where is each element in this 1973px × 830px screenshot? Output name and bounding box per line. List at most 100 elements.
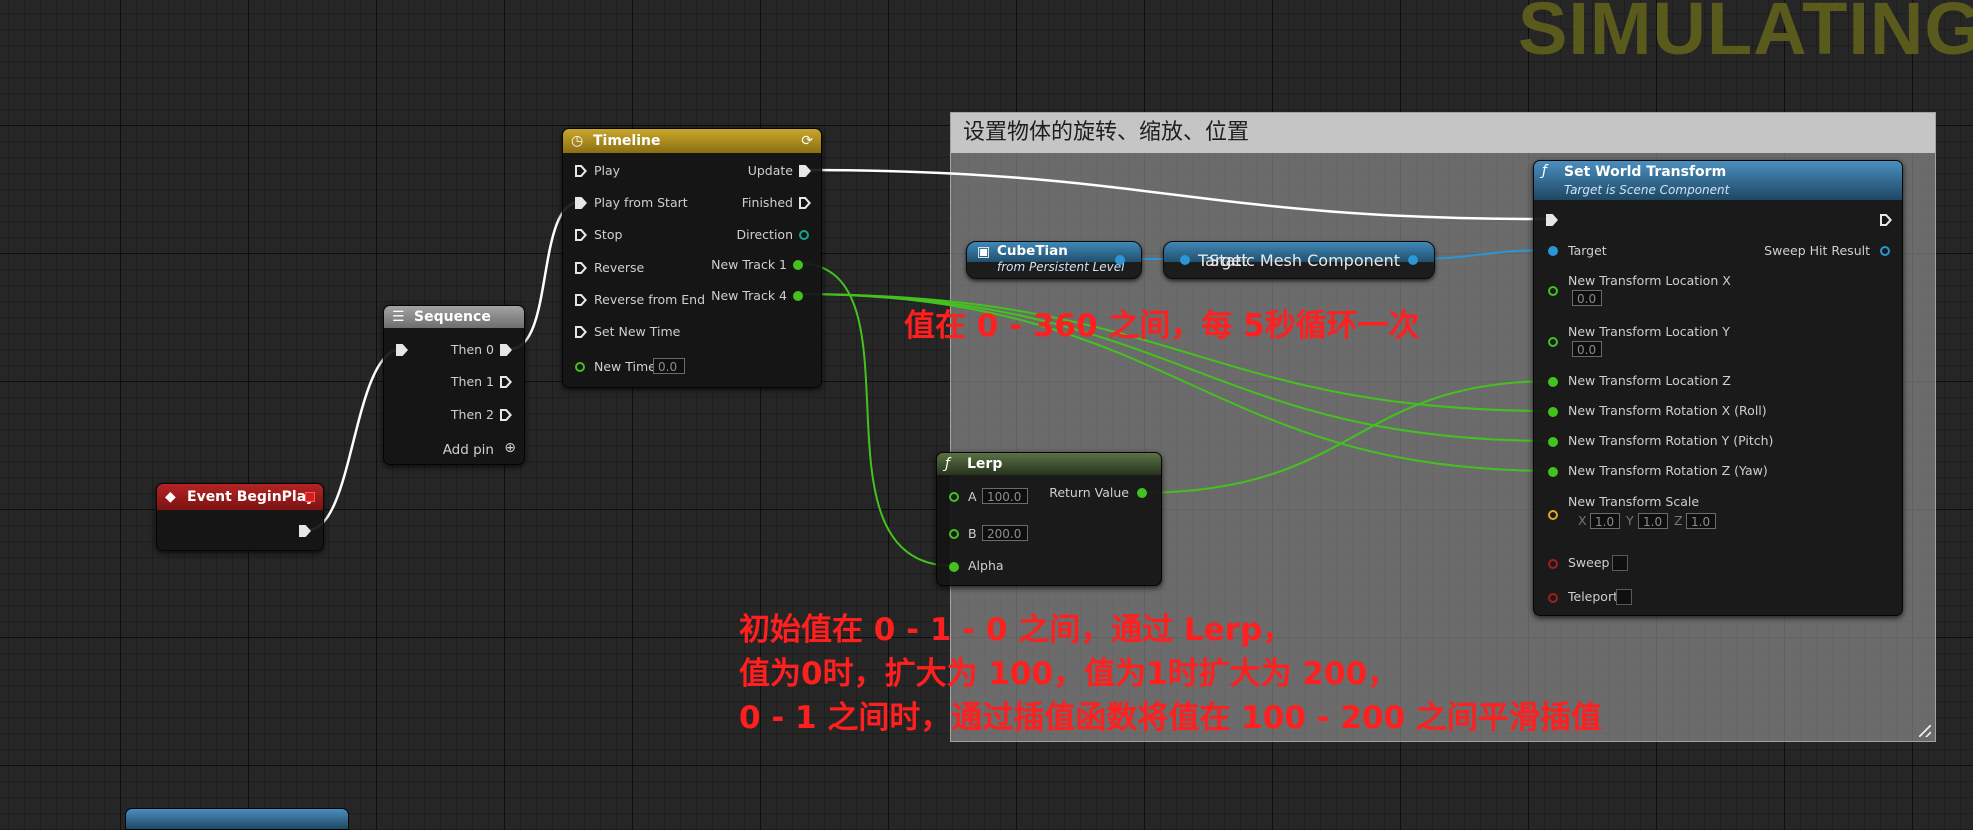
pin-static-mesh-out[interactable] [1408, 255, 1418, 265]
pin-swt-exec-in[interactable] [1546, 214, 1558, 226]
partial-node-bottom[interactable] [125, 808, 349, 830]
pin-play-from-start[interactable] [575, 197, 587, 209]
cubetian-node[interactable]: ▣ CubeTian from Persistent Level [966, 241, 1142, 279]
label-loc-x: New Transform Location X [1568, 273, 1731, 288]
label-new-time: New Time [594, 359, 656, 374]
timeline-node[interactable]: ◷ Timeline ⟳ Play Play from Start Stop R… [562, 128, 822, 388]
loc-y-input[interactable]: 0.0 [1572, 341, 1602, 357]
label-scale: New Transform Scale [1568, 494, 1700, 509]
pin-swt-target[interactable] [1548, 246, 1558, 256]
sequence-header[interactable]: ☰ Sequence [384, 306, 524, 328]
teleport-checkbox[interactable] [1616, 589, 1632, 605]
annotation-line-3: 0 - 1 之间时，通过插值函数将值在 100 - 200 之间平滑插值 [739, 700, 1602, 736]
sequence-title: Sequence [414, 309, 491, 325]
label-then-0: Then 0 [450, 342, 494, 357]
pin-rot-x[interactable] [1548, 407, 1558, 417]
pin-lerp-alpha[interactable] [949, 562, 959, 572]
pin-rot-z[interactable] [1548, 467, 1558, 477]
label-reverse-from-end: Reverse from End [594, 292, 706, 307]
pin-lerp-return[interactable] [1137, 488, 1147, 498]
timeline-title: Timeline [593, 133, 661, 149]
lerp-header[interactable]: ƒ Lerp [937, 453, 1161, 475]
cubetian-name: CubeTian [997, 243, 1068, 259]
event-beginplay-node[interactable]: ◆ Event BeginPlay [156, 483, 324, 551]
pin-loc-x[interactable] [1548, 286, 1558, 296]
label-stop: Stop [594, 227, 623, 242]
swt-title: Set World Transform [1564, 164, 1727, 180]
pin-stop[interactable] [575, 229, 587, 241]
pin-sweep-hit-result[interactable] [1880, 246, 1890, 256]
sequence-node[interactable]: ☰ Sequence Then 0 Then 1 Then 2 Add pin … [383, 305, 525, 465]
static-mesh-getter-node[interactable]: Target Static Mesh Component [1163, 241, 1435, 279]
pin-cubetian-out[interactable] [1115, 255, 1125, 265]
pin-direction[interactable] [799, 230, 809, 240]
function-icon-swt: ƒ [1542, 163, 1547, 179]
pin-event-exec-out[interactable] [299, 525, 311, 537]
cube-actor-icon: ▣ [977, 244, 991, 260]
label-lerp-return: Return Value [1049, 485, 1129, 500]
cubetian-subtitle: from Persistent Level [997, 260, 1125, 274]
delegate-pin-icon[interactable] [305, 492, 315, 502]
pin-new-track-1[interactable] [793, 260, 803, 270]
scale-x-input[interactable]: 1.0 [1590, 513, 1620, 529]
pin-then-2[interactable] [500, 409, 512, 421]
pin-loc-z[interactable] [1548, 377, 1558, 387]
pin-scale[interactable] [1548, 510, 1558, 520]
pin-new-track-4[interactable] [793, 291, 803, 301]
pin-rot-y[interactable] [1548, 437, 1558, 447]
pin-new-time[interactable] [575, 362, 585, 372]
label-finished: Finished [741, 195, 793, 210]
scale-y-input[interactable]: 1.0 [1638, 513, 1668, 529]
pin-reverse-from-end[interactable] [575, 294, 587, 306]
lerp-b-input[interactable]: 200.0 [982, 525, 1028, 541]
pin-then-0[interactable] [500, 344, 512, 356]
pin-update[interactable] [799, 165, 811, 177]
swt-header[interactable]: ƒ Set World Transform Target is Scene Co… [1534, 161, 1902, 200]
pin-reverse[interactable] [575, 262, 587, 274]
timeline-header[interactable]: ◷ Timeline ⟳ [563, 129, 821, 153]
new-time-input[interactable]: 0.0 [653, 358, 685, 374]
scale-z-input[interactable]: 1.0 [1686, 513, 1716, 529]
event-diamond-icon: ◆ [165, 489, 176, 505]
pin-teleport[interactable] [1548, 593, 1558, 603]
pin-then-1[interactable] [500, 376, 512, 388]
label-reverse: Reverse [594, 260, 645, 275]
scale-y-label: Y [1626, 513, 1634, 528]
add-pin-button[interactable]: Add pin [443, 442, 494, 458]
pin-sweep[interactable] [1548, 559, 1558, 569]
pin-loc-y[interactable] [1548, 337, 1558, 347]
loop-icon: ⟳ [801, 133, 813, 149]
pin-set-new-time[interactable] [575, 326, 587, 338]
label-set-new-time: Set New Time [594, 324, 681, 339]
label-play: Play [594, 163, 621, 178]
label-new-track-4: New Track 4 [711, 288, 787, 303]
pin-swt-exec-out[interactable] [1880, 214, 1892, 226]
sequence-icon: ☰ [392, 309, 405, 325]
float-wire-lerp-to-loc-z [1137, 380, 1555, 494]
label-rot-y: New Transform Rotation Y (Pitch) [1568, 433, 1774, 448]
label-teleport: Teleport [1568, 589, 1618, 604]
label-sweep-hit-result: Sweep Hit Result [1764, 243, 1870, 258]
label-swt-target: Target [1568, 243, 1607, 258]
pin-finished[interactable] [799, 197, 811, 209]
pin-play[interactable] [575, 165, 587, 177]
annotation-range: 值在 0 - 360 之间，每 5秒循环一次 [904, 308, 1420, 344]
annotation-line-2: 值为0时，扩大为 100，值为1时扩大为 200， [739, 656, 1399, 692]
loc-x-input[interactable]: 0.0 [1572, 290, 1602, 306]
lerp-a-input[interactable]: 100.0 [982, 488, 1028, 504]
pin-sequence-exec-in[interactable] [396, 344, 408, 356]
label-then-2: Then 2 [450, 407, 494, 422]
sweep-checkbox[interactable] [1612, 555, 1628, 571]
lerp-title: Lerp [967, 456, 1003, 472]
lerp-node[interactable]: ƒ Lerp A 100.0 B 200.0 Alpha Return Valu… [936, 452, 1162, 586]
pin-mesh-target[interactable] [1180, 255, 1190, 265]
pin-lerp-b[interactable] [949, 529, 959, 539]
label-rot-x: New Transform Rotation X (Roll) [1568, 403, 1767, 418]
label-new-track-1: New Track 1 [711, 257, 787, 272]
set-world-transform-node[interactable]: ƒ Set World Transform Target is Scene Co… [1533, 160, 1903, 616]
scale-x-label: X [1578, 513, 1587, 528]
add-pin-icon[interactable]: ⊕ [504, 440, 516, 456]
label-lerp-b: B [968, 526, 977, 541]
pin-lerp-a[interactable] [949, 492, 959, 502]
event-header[interactable]: ◆ Event BeginPlay [157, 484, 323, 510]
